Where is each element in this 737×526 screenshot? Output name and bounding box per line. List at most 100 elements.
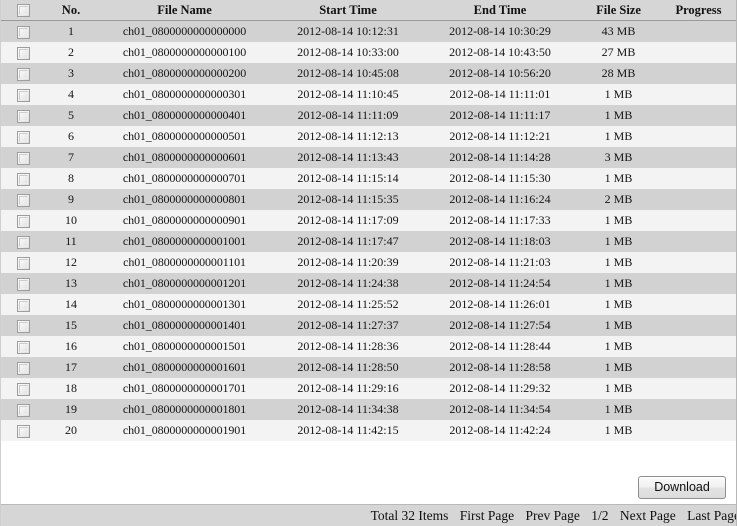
table-row[interactable]: 13 ch01_0800000000001201 2012-08-14 11:24:… [1,273,736,294]
row-progress [661,20,736,42]
row-file-name: ch01_0800000000000301 [97,84,272,105]
row-checkbox[interactable] [16,130,30,144]
row-checkbox[interactable] [16,67,30,81]
file-list-table: No. File Name Start Time End Time File S… [1,0,736,441]
row-end-time: 2012-08-14 11:14:28 [424,147,576,168]
table-row[interactable]: 3 ch01_0800000000000200 2012-08-14 10:45:0… [1,63,736,84]
row-file-size: 27 MB [576,42,661,63]
table-row[interactable]: 2 ch01_0800000000000100 2012-08-14 10:33:0… [1,42,736,63]
row-file-name: ch01_0800000000001301 [97,294,272,315]
column-header-file-name[interactable]: File Name [97,0,272,21]
row-checkbox[interactable] [16,46,30,60]
row-end-time: 2012-08-14 11:16:24 [424,189,576,210]
row-file-size: 1 MB [576,210,661,231]
row-no: 5 [45,105,97,126]
pagination-bar: Total 32 Items First Page Prev Page 1/2 … [1,504,736,526]
column-header-file-size[interactable]: File Size [576,0,661,21]
table-row[interactable]: 7 ch01_0800000000000601 2012-08-14 11:13:4… [1,147,736,168]
row-end-time: 2012-08-14 11:34:54 [424,399,576,420]
table-row[interactable]: 4 ch01_0800000000000301 2012-08-14 11:10:4… [1,84,736,105]
row-file-name: ch01_0800000000001801 [97,399,272,420]
row-checkbox[interactable] [16,193,30,207]
table-row[interactable]: 19 ch01_0800000000001801 2012-08-14 11:34:… [1,399,736,420]
row-checkbox[interactable] [16,361,30,375]
row-checkbox[interactable] [16,424,30,438]
table-row[interactable]: 1 ch01_0800000000000000 2012-08-14 10:12:3… [1,20,736,42]
row-checkbox[interactable] [16,88,30,102]
table-row[interactable]: 9 ch01_0800000000000801 2012-08-14 11:15:3… [1,189,736,210]
row-checkbox[interactable] [16,340,30,354]
row-select-cell [1,210,45,231]
select-all-checkbox[interactable] [16,4,30,18]
row-checkbox[interactable] [16,172,30,186]
row-checkbox[interactable] [16,403,30,417]
row-file-size: 1 MB [576,105,661,126]
table-row[interactable]: 15 ch01_0800000000001401 2012-08-14 11:27:… [1,315,736,336]
row-checkbox[interactable] [16,151,30,165]
download-button[interactable]: Download [638,475,726,499]
row-file-size: 1 MB [576,84,661,105]
row-checkbox[interactable] [16,256,30,270]
table-row[interactable]: 18 ch01_0800000000001701 2012-08-14 11:29:… [1,378,736,399]
row-checkbox[interactable] [16,25,30,39]
row-file-name: ch01_0800000000001101 [97,252,272,273]
row-progress [661,126,736,147]
row-checkbox[interactable] [16,382,30,396]
last-page-link[interactable]: Last Page [687,508,736,523]
row-start-time: 2012-08-14 11:17:47 [272,231,424,252]
row-checkbox[interactable] [16,235,30,249]
table-row[interactable]: 17 ch01_0800000000001601 2012-08-14 11:28:… [1,357,736,378]
table-row[interactable]: 8 ch01_0800000000000701 2012-08-14 11:15:1… [1,168,736,189]
row-start-time: 2012-08-14 11:17:09 [272,210,424,231]
row-no: 10 [45,210,97,231]
row-file-name: ch01_0800000000000000 [97,20,272,42]
table-header-row: No. File Name Start Time End Time File S… [1,0,736,21]
table-row[interactable]: 11 ch01_0800000000001001 2012-08-14 11:17:… [1,231,736,252]
row-file-name: ch01_0800000000000701 [97,168,272,189]
row-end-time: 2012-08-14 11:15:30 [424,168,576,189]
row-end-time: 2012-08-14 11:21:03 [424,252,576,273]
row-file-size: 2 MB [576,189,661,210]
next-page-link[interactable]: Next Page [620,508,676,523]
row-end-time: 2012-08-14 10:30:29 [424,20,576,42]
row-progress [661,105,736,126]
row-progress [661,420,736,441]
row-progress [661,273,736,294]
table-row[interactable]: 16 ch01_0800000000001501 2012-08-14 11:28:… [1,336,736,357]
row-file-size: 1 MB [576,252,661,273]
row-start-time: 2012-08-14 11:34:38 [272,399,424,420]
row-file-size: 1 MB [576,336,661,357]
row-select-cell [1,189,45,210]
row-checkbox[interactable] [16,214,30,228]
table-row[interactable]: 6 ch01_0800000000000501 2012-08-14 11:12:1… [1,126,736,147]
row-progress [661,231,736,252]
row-file-name: ch01_0800000000001201 [97,273,272,294]
row-checkbox[interactable] [16,277,30,291]
first-page-link[interactable]: First Page [460,508,514,523]
column-header-end-time[interactable]: End Time [424,0,576,21]
row-checkbox[interactable] [16,298,30,312]
row-select-cell [1,168,45,189]
row-start-time: 2012-08-14 11:27:37 [272,315,424,336]
row-file-size: 1 MB [576,315,661,336]
row-progress [661,399,736,420]
row-no: 11 [45,231,97,252]
row-file-size: 43 MB [576,20,661,42]
table-row[interactable]: 5 ch01_0800000000000401 2012-08-14 11:11:0… [1,105,736,126]
table-row[interactable]: 10 ch01_0800000000000901 2012-08-14 11:17:… [1,210,736,231]
prev-page-link[interactable]: Prev Page [526,508,580,523]
row-select-cell [1,84,45,105]
column-header-progress[interactable]: Progress [661,0,736,21]
column-header-start-time[interactable]: Start Time [272,0,424,21]
row-checkbox[interactable] [16,319,30,333]
table-row[interactable]: 14 ch01_0800000000001301 2012-08-14 11:25:… [1,294,736,315]
table-row[interactable]: 20 ch01_0800000000001901 2012-08-14 11:42:… [1,420,736,441]
column-header-select [1,0,45,21]
row-file-size: 1 MB [576,420,661,441]
table-row[interactable]: 12 ch01_0800000000001101 2012-08-14 11:20:… [1,252,736,273]
row-start-time: 2012-08-14 11:29:16 [272,378,424,399]
row-checkbox[interactable] [16,109,30,123]
row-progress [661,210,736,231]
column-header-no[interactable]: No. [45,0,97,21]
row-file-size: 1 MB [576,294,661,315]
